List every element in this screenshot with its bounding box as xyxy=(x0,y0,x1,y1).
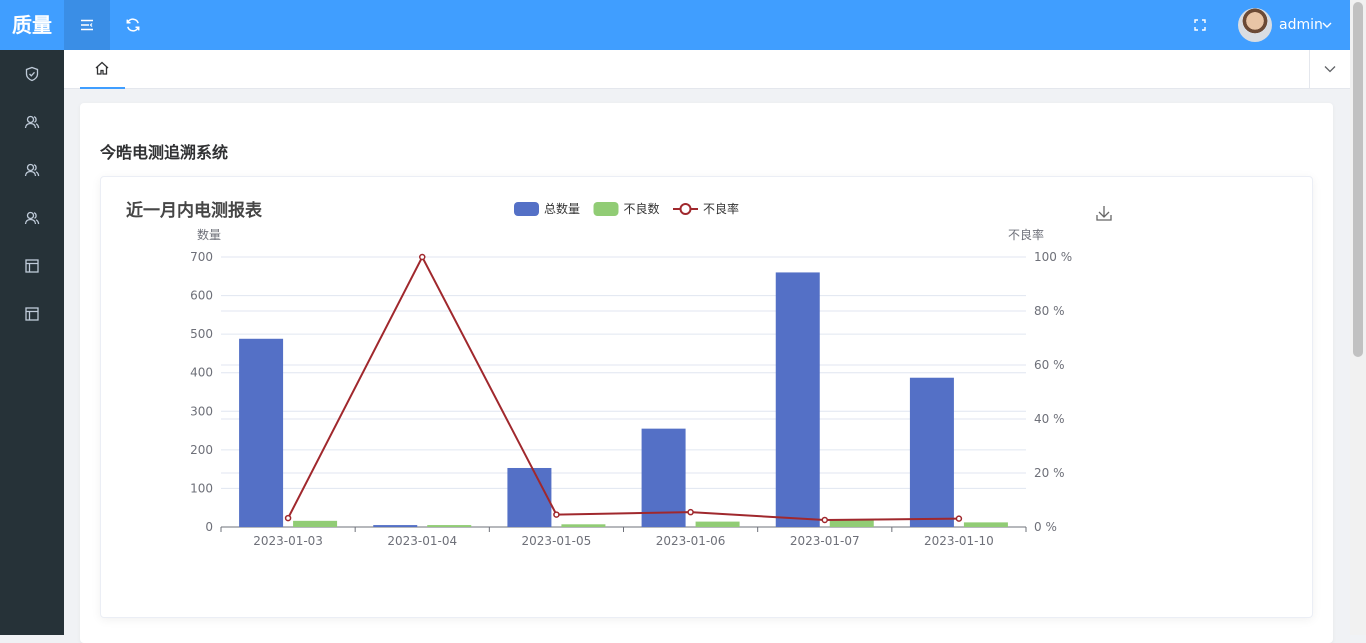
x-tick-label: 2023-01-06 xyxy=(656,534,726,548)
sidebar-item-users-3[interactable] xyxy=(0,194,64,242)
y-axis-label: 数量 xyxy=(197,227,221,242)
page-title: 今晧电测追溯系统 xyxy=(100,143,229,162)
layout-icon xyxy=(25,307,39,321)
x-tick-label: 2023-01-04 xyxy=(387,534,457,548)
bar-defect xyxy=(427,525,472,527)
layout-icon xyxy=(25,259,39,273)
users-icon xyxy=(24,211,40,225)
sidebar-item-users-1[interactable] xyxy=(0,98,64,146)
scrollbar-thumb[interactable] xyxy=(1353,2,1363,357)
line-defect-rate xyxy=(287,254,959,521)
y-tick-label: 400 xyxy=(190,366,213,380)
chevron-down-icon xyxy=(1324,66,1336,73)
bar-total xyxy=(373,525,418,527)
bar-defect xyxy=(695,521,740,527)
tabs-dropdown-button[interactable] xyxy=(1309,50,1350,88)
fullscreen-icon xyxy=(1194,19,1206,31)
bar-defect xyxy=(829,520,874,527)
y2-tick-label: 80 % xyxy=(1034,304,1065,318)
tab-home[interactable] xyxy=(80,50,125,89)
bar-total xyxy=(507,467,552,527)
x-tick-label: 2023-01-03 xyxy=(253,534,323,548)
y-tick-label: 700 xyxy=(190,250,213,264)
line-point xyxy=(553,511,560,518)
y-tick-label: 500 xyxy=(190,327,213,341)
bar-total xyxy=(909,377,954,527)
bar-total xyxy=(239,338,284,527)
y2-tick-label: 0 % xyxy=(1034,520,1057,534)
legend-label[interactable]: 不良率 xyxy=(703,201,739,216)
y2-tick-label: 40 % xyxy=(1034,412,1065,426)
shield-check-icon xyxy=(25,66,39,82)
top-header: 质量 admin xyxy=(0,0,1350,50)
menu-toggle-button[interactable] xyxy=(64,0,110,50)
legend-label[interactable]: 总数量 xyxy=(544,201,580,216)
y2-tick-label: 100 % xyxy=(1034,250,1072,264)
y2-tick-label: 60 % xyxy=(1034,358,1065,372)
sidebar-item-users-2[interactable] xyxy=(0,146,64,194)
y-tick-label: 0 xyxy=(205,520,213,534)
sidebar xyxy=(0,50,64,635)
y-tick-label: 300 xyxy=(190,404,213,418)
tabs-bar xyxy=(64,50,1350,89)
users-icon xyxy=(24,115,40,129)
users-icon xyxy=(24,163,40,177)
y-tick-label: 200 xyxy=(190,443,213,457)
legend-swatch xyxy=(679,203,692,215)
sidebar-item-quality[interactable] xyxy=(0,50,64,98)
refresh-icon xyxy=(126,18,140,32)
page-scrollbar[interactable] xyxy=(1350,0,1366,635)
legend-swatch xyxy=(514,202,539,216)
user-avatar[interactable] xyxy=(1238,8,1272,42)
chart-title: 近一月内电测报表 xyxy=(126,200,263,221)
y-tick-label: 600 xyxy=(190,289,213,303)
chevron-down-icon[interactable] xyxy=(1321,19,1333,31)
line-point xyxy=(821,516,828,524)
menu-fold-icon xyxy=(81,19,93,31)
sidebar-item-layout-2[interactable] xyxy=(0,290,64,338)
home-icon xyxy=(95,61,109,75)
bar-defect xyxy=(293,520,338,527)
y-tick-label: 100 xyxy=(190,481,213,495)
bar-defect xyxy=(561,524,606,527)
refresh-button[interactable] xyxy=(110,0,156,50)
legend-swatch xyxy=(593,202,619,216)
x-tick-label: 2023-01-10 xyxy=(924,534,994,548)
chart: 近一月内电测报表 0 100 200 300 400 500 600 700 0 % 20 % 40 … xyxy=(126,200,1112,548)
fullscreen-button[interactable] xyxy=(1178,0,1222,50)
app-logo: 质量 xyxy=(12,13,52,37)
line-point xyxy=(687,508,694,516)
download-icon[interactable] xyxy=(1096,206,1112,221)
dashboard-card: 今晧电测追溯系统 近一月内电测报表 0 100 200 300 400 500 600 700 0… xyxy=(80,103,1333,643)
chart-panel: 近一月内电测报表 0 100 200 300 400 500 600 700 0 % 20 % 40 … xyxy=(100,176,1313,618)
line-point xyxy=(284,514,292,522)
bar-defect xyxy=(963,522,1008,527)
x-tick-label: 2023-01-05 xyxy=(522,534,592,548)
line-point xyxy=(955,515,963,522)
x-tick-label: 2023-01-07 xyxy=(790,534,860,548)
bar-total xyxy=(775,272,820,527)
legend-label[interactable]: 不良数 xyxy=(624,201,660,216)
line-point xyxy=(419,253,426,261)
y2-axis-label: 不良率 xyxy=(1008,227,1044,242)
username-label[interactable]: admin xyxy=(1279,0,1323,50)
sidebar-item-layout-1[interactable] xyxy=(0,242,64,290)
y2-tick-label: 20 % xyxy=(1034,466,1065,480)
